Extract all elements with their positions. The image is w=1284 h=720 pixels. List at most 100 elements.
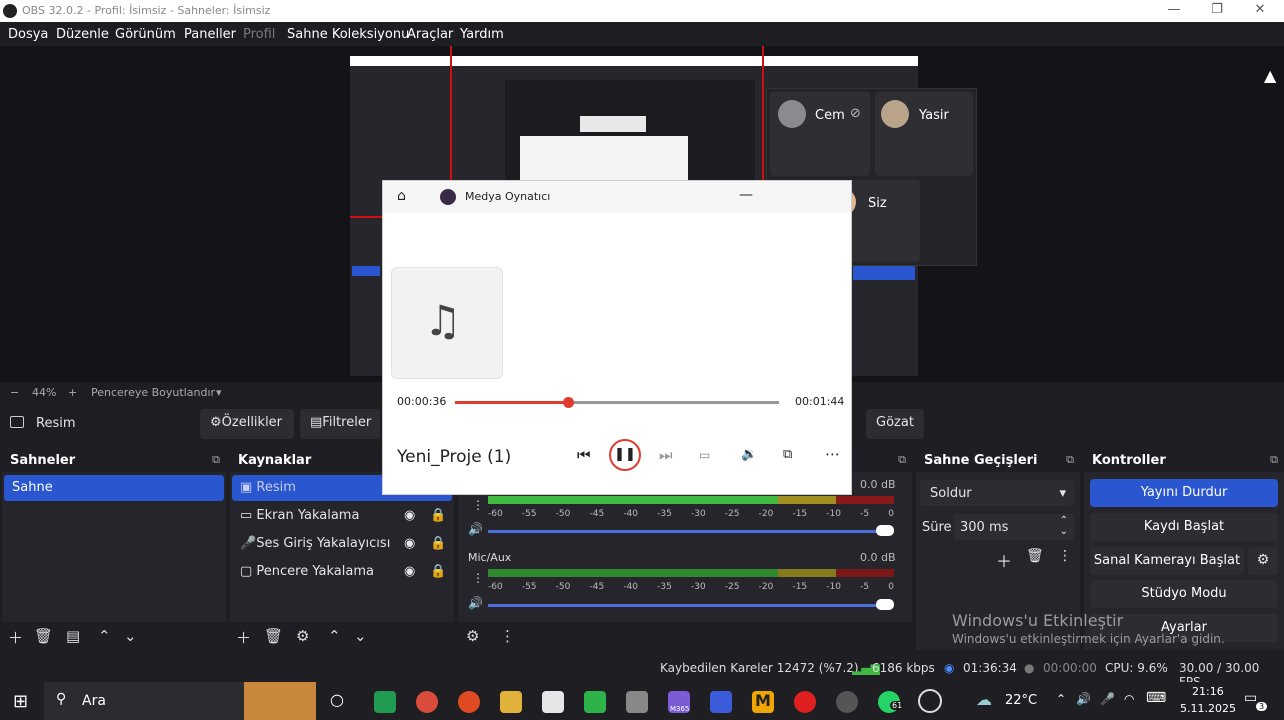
- menu-tools[interactable]: Araçlar: [407, 27, 453, 42]
- chrome-icon[interactable]: [416, 691, 438, 713]
- arrow-down-icon[interactable]: ⌄: [354, 627, 367, 645]
- microsoft-365-icon[interactable]: M365: [668, 691, 690, 713]
- microphone-icon[interactable]: 🎤: [1100, 692, 1115, 706]
- volume-slider-handle[interactable]: [876, 599, 894, 610]
- tray-expand-icon[interactable]: ⌃: [1056, 692, 1066, 706]
- filter-icon[interactable]: ▤: [66, 627, 80, 645]
- chevron-down-icon[interactable]: ▾: [216, 386, 222, 399]
- clock-date[interactable]: 5.11.2025: [1180, 702, 1236, 715]
- capcut-icon[interactable]: [542, 691, 564, 713]
- seek-thumb[interactable]: [563, 397, 575, 408]
- add-icon[interactable]: ＋: [236, 627, 251, 648]
- browse-button[interactable]: Gözat: [866, 409, 924, 439]
- weather-temp[interactable]: 22°C: [1005, 693, 1037, 708]
- undock-icon[interactable]: ⧉: [1066, 453, 1074, 467]
- advanced-audio-icon[interactable]: ⚙: [466, 627, 479, 645]
- minimize-button[interactable]: —: [739, 187, 753, 203]
- zoom-mode[interactable]: Pencereye Boyutlandır: [91, 386, 215, 399]
- previous-icon[interactable]: ⏮: [577, 446, 591, 464]
- visibility-icon[interactable]: ◉: [404, 508, 415, 523]
- keyboard-icon[interactable]: ⌨: [1146, 690, 1166, 706]
- volume-slider[interactable]: [488, 530, 884, 533]
- captions-icon[interactable]: ▭: [699, 448, 710, 462]
- mini-player-icon[interactable]: ⧉: [783, 447, 792, 462]
- trash-icon[interactable]: 🗑: [34, 627, 53, 645]
- visibility-icon[interactable]: ◉: [404, 564, 415, 579]
- speaker-icon[interactable]: 🔊: [468, 522, 483, 536]
- volume-slider-handle[interactable]: [876, 525, 894, 536]
- transition-select[interactable]: Soldur ▾: [920, 480, 1074, 506]
- menu-scene-collection[interactable]: Sahne Koleksiyonu: [287, 27, 409, 42]
- add-icon[interactable]: ＋: [996, 548, 1012, 572]
- volume-icon[interactable]: 🔉: [741, 447, 757, 462]
- trash-icon[interactable]: 🗑: [1026, 548, 1044, 564]
- menu-help[interactable]: Yardım: [460, 27, 504, 42]
- source-item[interactable]: ▢ Pencere Yakalama ◉ 🔒: [232, 559, 452, 585]
- file-explorer-icon[interactable]: [500, 691, 522, 713]
- menu-file[interactable]: Dosya: [8, 27, 48, 42]
- gear-icon[interactable]: ⚙: [296, 627, 309, 645]
- scene-item[interactable]: Sahne: [4, 475, 224, 501]
- zoom-out-button[interactable]: −: [10, 386, 19, 399]
- maximize-button[interactable]: ❐: [1205, 2, 1229, 20]
- speaker-icon[interactable]: 🔊: [468, 596, 483, 610]
- app-icon[interactable]: [584, 691, 606, 713]
- zoom-in-button[interactable]: +: [68, 386, 77, 399]
- start-virtual-camera-button[interactable]: Sanal Kamerayı Başlat: [1090, 547, 1244, 575]
- excel-icon[interactable]: [374, 691, 396, 713]
- more-icon[interactable]: ⋮: [472, 571, 484, 585]
- arrow-up-icon[interactable]: ⌃: [328, 627, 341, 645]
- app-icon[interactable]: [458, 691, 480, 713]
- speaker-icon[interactable]: 🔊: [1076, 692, 1091, 706]
- undock-icon[interactable]: ⧉: [898, 453, 906, 467]
- more-icon[interactable]: ⋮: [472, 498, 484, 512]
- arrow-up-icon[interactable]: ⌃: [98, 627, 111, 645]
- app-icon[interactable]: [626, 691, 648, 713]
- trash-icon[interactable]: 🗑: [264, 627, 283, 645]
- media-player-taskbar-icon[interactable]: [918, 689, 942, 713]
- add-icon[interactable]: ＋: [8, 627, 23, 648]
- lock-icon[interactable]: 🔒: [430, 508, 446, 523]
- volume-slider[interactable]: [488, 604, 884, 607]
- app-icon[interactable]: [710, 691, 732, 713]
- app-icon[interactable]: [794, 691, 816, 713]
- notification-icon[interactable]: ▭: [1244, 690, 1257, 706]
- whatsapp-icon[interactable]: 61: [878, 691, 905, 713]
- home-icon[interactable]: ⌂: [397, 188, 406, 204]
- minimize-button[interactable]: —: [1162, 2, 1186, 20]
- stop-stream-button[interactable]: Yayını Durdur: [1090, 479, 1278, 507]
- studio-mode-button[interactable]: Stüdyo Modu: [1090, 580, 1278, 608]
- app-icon[interactable]: M: [752, 691, 774, 713]
- lock-icon[interactable]: 🔒: [430, 564, 446, 579]
- visibility-icon[interactable]: ◉: [404, 536, 415, 551]
- source-item[interactable]: ▭ Ekran Yakalama ◉ 🔒: [232, 503, 452, 529]
- properties-button[interactable]: ⚙Özellikler: [200, 409, 294, 439]
- close-button[interactable]: ✕: [1248, 2, 1272, 20]
- taskbar-search[interactable]: ⚲ Ara: [44, 682, 316, 720]
- next-icon[interactable]: ⏭: [659, 446, 673, 464]
- clock-time[interactable]: 21:16: [1192, 685, 1224, 698]
- gear-icon[interactable]: ⚙: [1248, 547, 1278, 575]
- wifi-icon[interactable]: ◠: [1124, 692, 1134, 706]
- filters-button[interactable]: ▤Filtreler: [300, 409, 380, 439]
- lock-icon[interactable]: 🔒: [430, 536, 446, 551]
- menu-view[interactable]: Görünüm: [115, 27, 176, 42]
- more-icon[interactable]: ⋮: [500, 627, 515, 645]
- duration-input[interactable]: 300 ms ⌃ ⌄: [954, 514, 1074, 540]
- source-item[interactable]: 🎤Ses Giriş Yakalayıcısı ◉ 🔒: [232, 531, 452, 557]
- arrow-down-icon[interactable]: ⌄: [124, 627, 137, 645]
- start-recording-button[interactable]: Kaydı Başlat: [1090, 513, 1278, 541]
- undock-icon[interactable]: ⧉: [212, 453, 220, 467]
- windows-start-icon[interactable]: ⊞: [13, 691, 28, 712]
- menu-docks[interactable]: Paneller: [184, 27, 236, 42]
- stepper-icon[interactable]: ⌃ ⌄: [1060, 515, 1068, 537]
- seek-bar[interactable]: [455, 397, 779, 408]
- undock-icon[interactable]: ⧉: [1270, 453, 1278, 467]
- menu-edit[interactable]: Düzenle: [56, 27, 109, 42]
- task-view-icon[interactable]: ○: [330, 690, 344, 709]
- more-icon[interactable]: ⋮: [1058, 548, 1072, 564]
- menu-profile[interactable]: Profil: [243, 27, 275, 42]
- more-options-icon[interactable]: ⋯: [825, 445, 840, 463]
- pause-button[interactable]: ❚❚: [609, 439, 641, 471]
- app-icon[interactable]: [836, 691, 858, 713]
